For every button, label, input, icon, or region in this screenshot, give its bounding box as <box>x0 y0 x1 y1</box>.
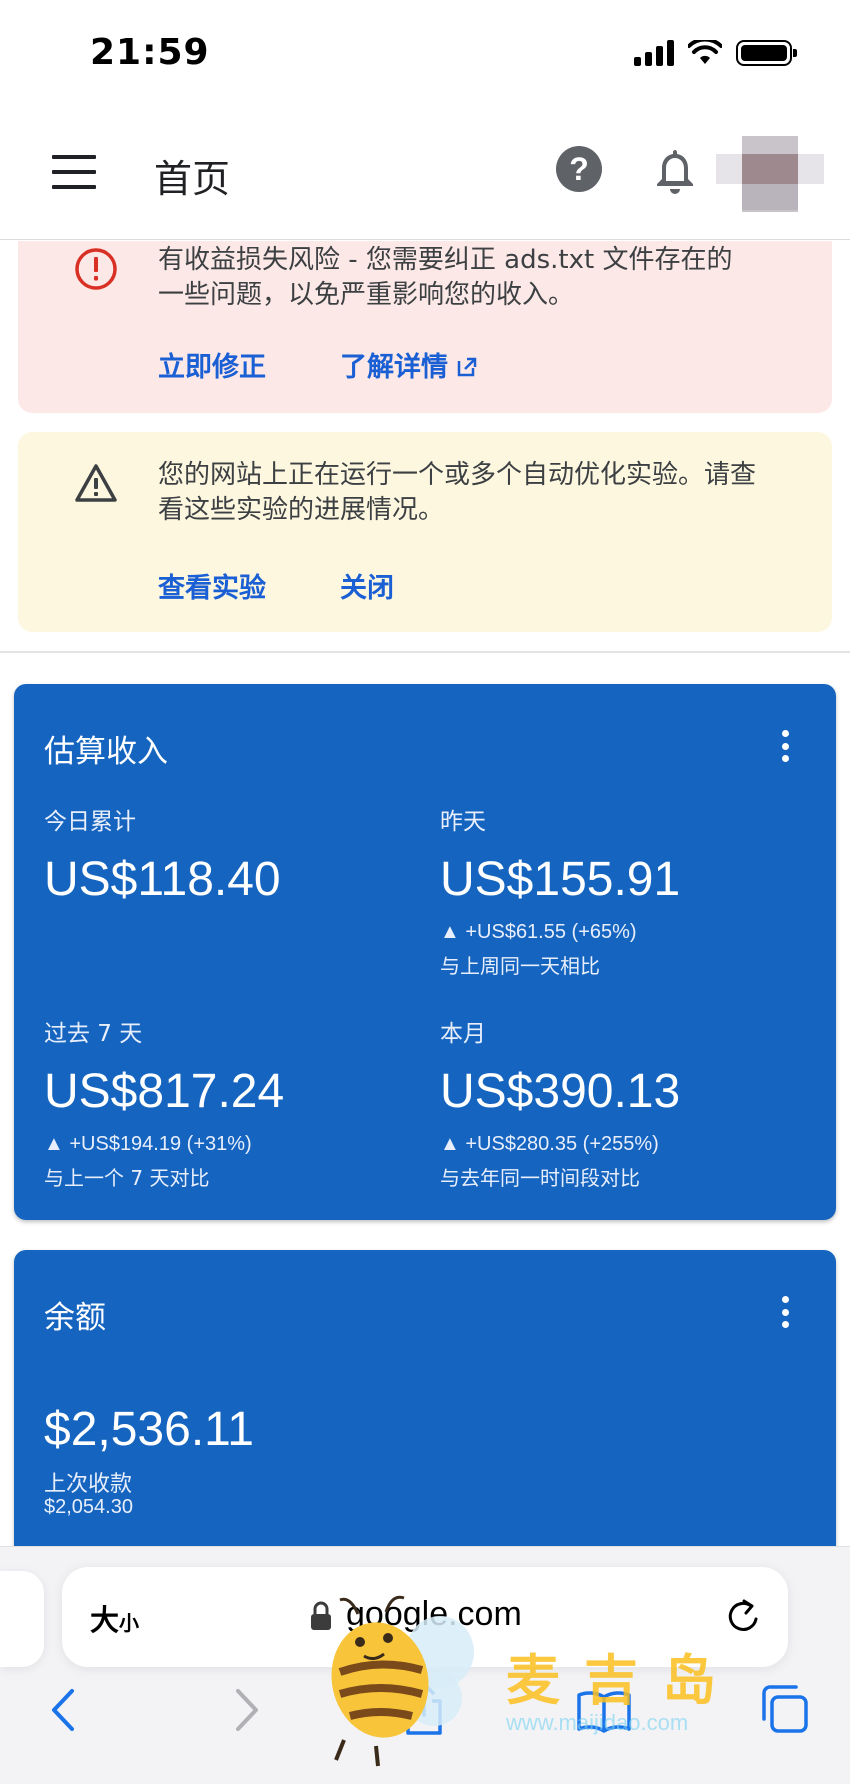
close-link[interactable]: 关闭 <box>340 566 394 605</box>
metric-label: 本月 <box>440 1021 486 1047</box>
metric-compare: 与上周同一天相比 <box>440 954 600 978</box>
metric-value: US$390.13 <box>440 1065 681 1118</box>
page-title: 首页 <box>154 157 231 201</box>
battery-icon <box>736 40 797 66</box>
learn-more-label: 了解详情 <box>340 352 448 383</box>
metric-change: ▲ +US$194.19 (+31%) <box>44 1133 252 1155</box>
estimated-earnings-card[interactable]: 估算收入 今日累计 US$118.40 昨天 US$155.91 ▲ +US$6… <box>14 684 836 1220</box>
metric-last-7-days: 过去 7 天 US$817.24 ▲ +US$194.19 (+31%) 与上一… <box>44 1014 424 1191</box>
hamburger-menu-icon[interactable] <box>52 155 96 189</box>
warning-alert-text: 您的网站上正在运行一个或多个自动优化实验。请查看这些实验的进展情况。 <box>158 460 757 525</box>
metric-value: US$155.91 <box>440 853 681 906</box>
divider <box>0 651 850 653</box>
text-size-small: 小 <box>119 1611 140 1635</box>
share-icon[interactable] <box>402 1681 446 1737</box>
view-experiments-link[interactable]: 查看实验 <box>158 566 266 605</box>
metric-change: ▲ +US$280.35 (+255%) <box>440 1133 659 1155</box>
warning-icon <box>75 464 117 502</box>
metric-compare: 与去年同一时间段对比 <box>440 1166 640 1190</box>
metric-yesterday: 昨天 US$155.91 ▲ +US$61.55 (+65%) 与上周同一天相比 <box>440 802 820 979</box>
external-link-icon <box>457 357 477 377</box>
metric-label: 过去 7 天 <box>44 1021 143 1047</box>
metric-value: US$817.24 <box>44 1065 285 1118</box>
reload-icon[interactable] <box>724 1595 764 1637</box>
lock-icon <box>311 1601 331 1630</box>
card-title: 估算收入 <box>44 734 168 770</box>
back-icon[interactable] <box>46 1687 80 1733</box>
text-size-large: 大 <box>90 1603 120 1637</box>
metric-compare: 与上一个 7 天对比 <box>44 1166 210 1190</box>
bookmarks-icon[interactable] <box>576 1689 632 1733</box>
ads-txt-error-alert: 有收益损失风险 - 您需要纠正 ads.txt 文件存在的一些问题，以免严重影响… <box>18 241 832 413</box>
notification-bell-icon[interactable] <box>652 146 698 196</box>
app-header: 首页 ? <box>0 110 850 240</box>
text-size-button[interactable]: 大小 <box>90 1597 139 1639</box>
previous-tab-preview[interactable] <box>0 1571 44 1667</box>
more-options-icon[interactable] <box>780 1296 790 1328</box>
status-icons <box>634 40 797 66</box>
metric-label: 今日累计 <box>44 809 136 835</box>
status-time: 21:59 <box>90 32 210 73</box>
metric-value: US$118.40 <box>44 853 281 906</box>
url-text: google.com <box>346 1595 522 1633</box>
address-bar[interactable]: 大小 google.com <box>62 1567 788 1667</box>
cellular-signal-icon <box>634 40 674 66</box>
wifi-icon <box>688 40 722 64</box>
fix-now-link[interactable]: 立即修正 <box>158 345 266 384</box>
metric-label: 昨天 <box>440 809 486 835</box>
last-payment-value: $2,054.30 <box>44 1496 133 1518</box>
learn-more-link[interactable]: 了解详情 <box>340 345 478 384</box>
metric-change: ▲ +US$61.55 (+65%) <box>440 921 637 943</box>
experiments-warning-alert: 您的网站上正在运行一个或多个自动优化实验。请查看这些实验的进展情况。 查看实验 … <box>18 432 832 632</box>
browser-toolbar: 大小 google.com <box>0 1546 850 1784</box>
metric-this-month: 本月 US$390.13 ▲ +US$280.35 (+255%) 与去年同一时… <box>440 1014 820 1191</box>
card-title: 余额 <box>44 1300 106 1336</box>
error-alert-text: 有收益损失风险 - 您需要纠正 ads.txt 文件存在的一些问题，以免严重影响… <box>158 245 733 310</box>
status-bar: 21:59 <box>0 0 850 110</box>
balance-value: $2,536.11 <box>44 1403 254 1456</box>
forward-icon[interactable] <box>230 1687 264 1733</box>
tabs-icon[interactable] <box>758 1683 810 1735</box>
error-icon <box>75 248 117 290</box>
help-icon[interactable]: ? <box>556 146 602 192</box>
avatar[interactable] <box>716 126 824 222</box>
last-payment-label: 上次收款 <box>44 1472 133 1497</box>
metric-today: 今日累计 US$118.40 <box>44 802 424 907</box>
more-options-icon[interactable] <box>780 730 790 762</box>
